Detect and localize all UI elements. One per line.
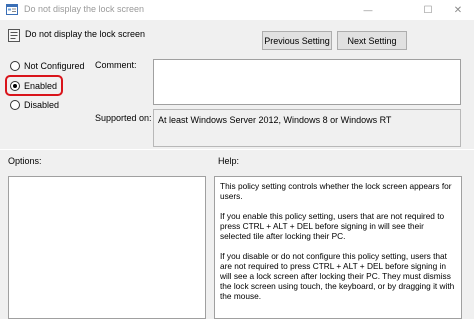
options-panel — [8, 176, 206, 319]
maximize-button[interactable]: ☐ — [414, 0, 442, 20]
radio-disabled[interactable]: Disabled — [10, 99, 59, 111]
close-icon: ✕ — [453, 4, 463, 16]
minimize-icon: — — [363, 5, 373, 15]
help-label: Help: — [218, 156, 240, 166]
maximize-icon: ☐ — [423, 4, 433, 16]
title-bar: Do not display the lock screen — ☐ ✕ — [0, 0, 474, 20]
radio-disabled-label: Disabled — [24, 100, 60, 110]
section-divider — [0, 149, 474, 150]
radio-not-configured-circle[interactable] — [10, 61, 20, 71]
policy-app-icon — [6, 4, 18, 15]
next-setting-label: Next Setting — [347, 35, 397, 46]
setting-icon — [8, 29, 20, 42]
help-paragraph: If you disable or do not configure this … — [220, 251, 455, 301]
help-panel: This policy setting controls whether the… — [214, 176, 462, 319]
radio-not-configured[interactable]: Not Configured — [10, 60, 85, 72]
radio-disabled-circle[interactable] — [10, 100, 20, 110]
help-paragraph: If you enable this policy setting, users… — [220, 211, 445, 241]
supported-on-field: At least Windows Server 2012, Windows 8 … — [153, 109, 461, 147]
enabled-highlight-annotation — [5, 75, 63, 96]
previous-setting-button[interactable]: Previous Setting — [262, 31, 332, 50]
close-button[interactable]: ✕ — [444, 0, 472, 20]
minimize-button[interactable]: — — [354, 0, 382, 20]
comment-field[interactable] — [153, 59, 461, 105]
next-setting-button[interactable]: Next Setting — [337, 31, 407, 50]
help-paragraph: This policy setting controls whether the… — [220, 181, 452, 201]
radio-not-configured-label: Not Configured — [24, 61, 85, 71]
previous-setting-label: Previous Setting — [264, 35, 330, 46]
comment-label: Comment: — [95, 60, 137, 70]
setting-name: Do not display the lock screen — [25, 29, 146, 39]
supported-on-label: Supported on: — [95, 113, 152, 123]
options-label: Options: — [8, 156, 42, 166]
window-title: Do not display the lock screen — [24, 4, 145, 14]
supported-on-value: At least Windows Server 2012, Windows 8 … — [158, 115, 392, 125]
